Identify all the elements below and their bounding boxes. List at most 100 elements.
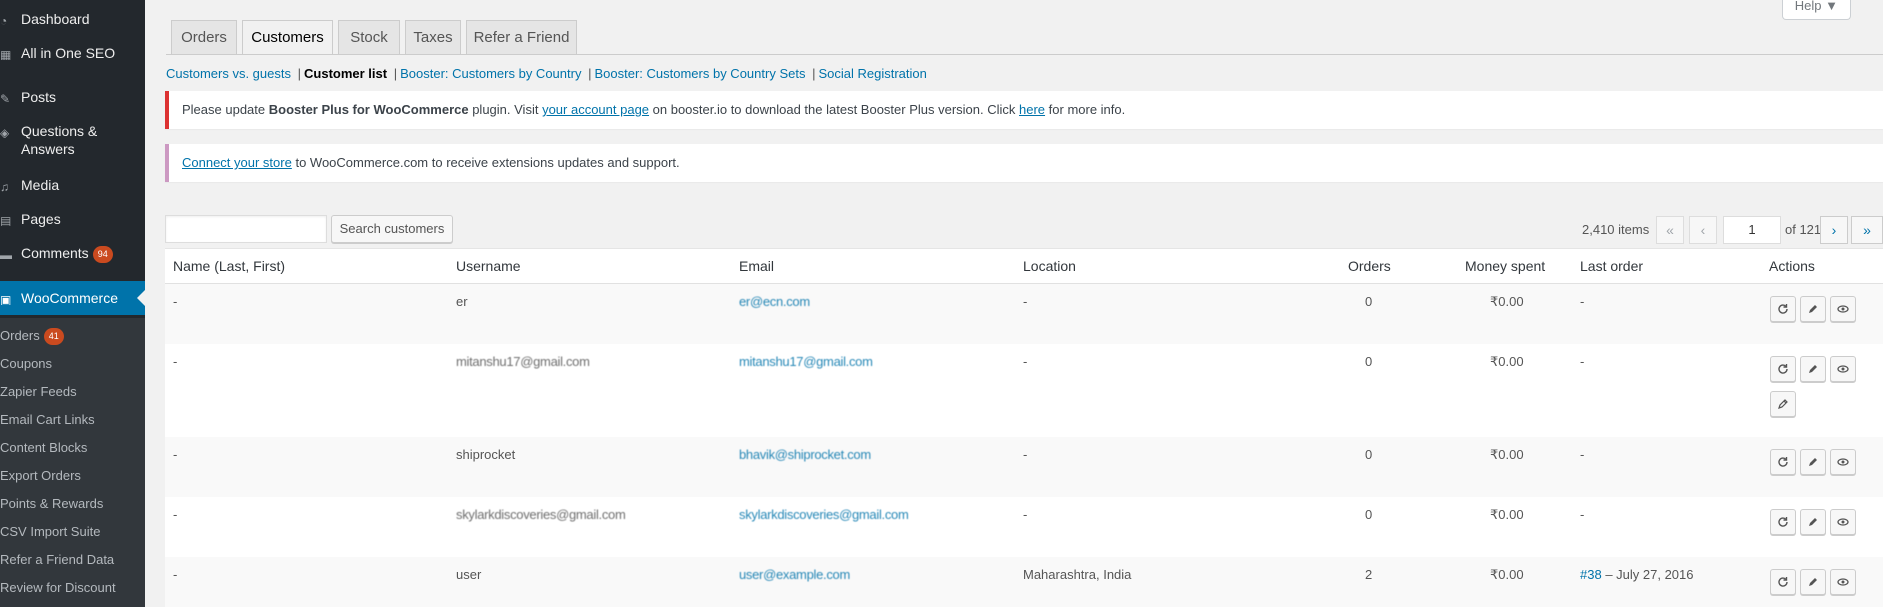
edit-customer-button[interactable] xyxy=(1800,569,1826,595)
submenu-item-csv-import[interactable]: CSV Import Suite xyxy=(0,523,145,541)
pencil-icon xyxy=(1809,578,1817,586)
refresh-icon xyxy=(1778,457,1788,467)
subnav-booster-by-country-sets[interactable]: Booster: Customers by Country Sets xyxy=(594,66,805,81)
subnav-separator: | xyxy=(812,66,816,81)
subnav-social-registration[interactable]: Social Registration xyxy=(818,66,926,81)
tab-refer-a-friend[interactable]: Refer a Friend xyxy=(466,20,577,55)
next-page-button[interactable]: › xyxy=(1820,216,1848,244)
subnav-booster-by-country[interactable]: Booster: Customers by Country xyxy=(400,66,581,81)
cell-name: - xyxy=(173,354,178,369)
cell-username: er xyxy=(456,294,468,309)
items-count: 2,410 items xyxy=(1582,222,1650,237)
link-previous-orders-button[interactable] xyxy=(1770,391,1796,417)
cell-orders: 2 xyxy=(1365,567,1373,582)
sidebar-item-dashboard[interactable]: ◔ Dashboard xyxy=(0,10,145,32)
account-page-link[interactable]: your account page xyxy=(542,102,649,117)
booster-update-notice: Please update Booster Plus for WooCommer… xyxy=(165,91,1883,129)
tab-stock[interactable]: Stock xyxy=(338,20,400,55)
cell-email[interactable]: er@ecn.com xyxy=(739,294,810,309)
cell-last-order: - xyxy=(1580,447,1585,462)
submenu-item-coupons[interactable]: Coupons xyxy=(0,355,145,373)
sidebar-item-questions[interactable]: ◈ Questions & Answers xyxy=(0,122,145,162)
submenu-item-points-rewards[interactable]: Points & Rewards xyxy=(0,495,145,513)
cell-location: - xyxy=(1023,447,1028,462)
edit-customer-button[interactable] xyxy=(1800,356,1826,382)
sidebar-item-woocommerce[interactable]: ▣ WooCommerce xyxy=(0,281,145,315)
column-location: Location xyxy=(1023,258,1076,274)
view-orders-button[interactable] xyxy=(1830,569,1856,595)
edit-customer-button[interactable] xyxy=(1800,296,1826,322)
cell-last-order-link[interactable]: #38 xyxy=(1580,567,1602,582)
refresh-stats-button[interactable] xyxy=(1770,569,1796,595)
cell-email[interactable]: mitanshu17@gmail.com xyxy=(739,354,873,369)
notice-text: plugin. Visit xyxy=(468,102,543,117)
woocommerce-submenu: Orders 41 Coupons Zapier Feeds Email Cart… xyxy=(0,318,145,607)
first-page-button[interactable]: « xyxy=(1656,216,1684,244)
cell-name: - xyxy=(173,294,178,309)
sidebar-item-pages[interactable]: ▤ Pages xyxy=(0,210,145,232)
notice-text: on booster.io to download the latest Boo… xyxy=(649,102,1020,117)
tab-customers[interactable]: Customers xyxy=(242,20,333,55)
sidebar-item-label: Dashboard xyxy=(21,11,90,27)
refresh-stats-button[interactable] xyxy=(1770,449,1796,475)
submenu-item-email-cart-links[interactable]: Email Cart Links xyxy=(0,411,145,429)
cell-last-order: - xyxy=(1580,294,1585,309)
sidebar-item-media[interactable]: ♫ Media xyxy=(0,176,145,198)
submenu-item-orders[interactable]: Orders 41 xyxy=(0,327,145,345)
sidebar-item-label: Media xyxy=(21,177,60,193)
subnav-customers-vs-guests[interactable]: Customers vs. guests xyxy=(166,66,291,81)
edit-customer-button[interactable] xyxy=(1800,449,1826,475)
submenu-item-zapier-feeds[interactable]: Zapier Feeds xyxy=(0,383,145,401)
notice-text: to WooCommerce.com to receive extensions… xyxy=(291,155,680,170)
column-name[interactable]: Name (Last, First) xyxy=(173,258,285,274)
cell-money-spent: ₹0.00 xyxy=(1490,354,1524,369)
cell-email[interactable]: user@example.com xyxy=(739,567,850,582)
sidebar-item-posts[interactable]: ✎ Posts xyxy=(0,88,145,110)
column-username[interactable]: Username xyxy=(456,258,521,274)
submenu-item-review-discount[interactable]: Review for Discount xyxy=(0,579,145,597)
cell-email[interactable]: skylarkdiscoveries@gmail.com xyxy=(739,507,909,522)
view-orders-button[interactable] xyxy=(1830,296,1856,322)
view-orders-button[interactable] xyxy=(1830,509,1856,535)
questions-icon: ◈ xyxy=(0,126,10,138)
cell-orders: 0 xyxy=(1365,294,1373,309)
more-info-link[interactable]: here xyxy=(1019,102,1045,117)
search-customers-button[interactable]: Search customers xyxy=(331,215,453,243)
table-row: - mitanshu17@gmail.com mitanshu17@gmail.… xyxy=(165,344,1883,437)
sidebar-item-comments[interactable]: ▬ Comments 94 xyxy=(0,244,145,266)
cell-orders: 0 xyxy=(1365,354,1373,369)
refresh-icon xyxy=(1778,364,1788,374)
main-content: Help ▼ Orders Customers Stock Taxes Refe… xyxy=(145,0,1883,607)
help-button[interactable]: Help ▼ xyxy=(1781,0,1851,20)
customer-search-input[interactable] xyxy=(165,215,327,243)
subnav-customer-list[interactable]: Customer list xyxy=(304,66,387,81)
edit-customer-button[interactable] xyxy=(1800,509,1826,535)
table-row: - er er@ecn.com - 0 ₹0.00 - xyxy=(165,284,1883,344)
tab-orders[interactable]: Orders xyxy=(171,20,237,55)
cell-name: - xyxy=(173,447,178,462)
column-money-spent[interactable]: Money spent xyxy=(1465,258,1545,274)
connect-store-link[interactable]: Connect your store xyxy=(182,155,292,170)
comments-count-badge: 94 xyxy=(92,246,113,263)
view-orders-button[interactable] xyxy=(1830,356,1856,382)
cell-email[interactable]: bhavik@shiprocket.com xyxy=(739,447,871,462)
last-page-button[interactable]: » xyxy=(1851,216,1883,244)
refresh-stats-button[interactable] xyxy=(1770,296,1796,322)
sidebar-item-seo[interactable]: ▦ All in One SEO xyxy=(0,44,145,66)
current-page-input[interactable]: 1 xyxy=(1723,216,1781,244)
submenu-item-export-orders[interactable]: Export Orders xyxy=(0,467,145,485)
notice-text: Please update xyxy=(182,102,269,117)
media-icon: ♫ xyxy=(0,180,9,192)
view-orders-button[interactable] xyxy=(1830,449,1856,475)
pencil-icon xyxy=(1809,305,1817,313)
cell-last-order: - xyxy=(1580,507,1585,522)
eye-icon xyxy=(1837,365,1849,373)
tab-taxes[interactable]: Taxes xyxy=(405,20,461,55)
refresh-stats-button[interactable] xyxy=(1770,509,1796,535)
submenu-item-content-blocks[interactable]: Content Blocks xyxy=(0,439,145,457)
refresh-stats-button[interactable] xyxy=(1770,356,1796,382)
submenu-item-refer-friend-data[interactable]: Refer a Friend Data xyxy=(0,551,145,569)
column-email[interactable]: Email xyxy=(739,258,774,274)
refresh-icon xyxy=(1778,304,1788,314)
prev-page-button[interactable]: ‹ xyxy=(1689,216,1717,244)
